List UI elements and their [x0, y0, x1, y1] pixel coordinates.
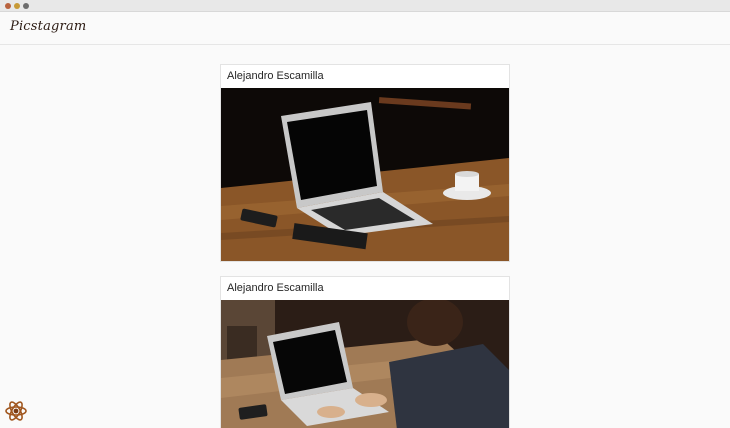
minimize-window-button[interactable] [14, 3, 20, 9]
post-image-person-typing[interactable] [221, 300, 509, 428]
window-titlebar [0, 0, 730, 12]
maximize-window-button[interactable] [23, 3, 29, 9]
app-logo[interactable]: Picstagram [10, 19, 86, 34]
post-card: Alejandro Escamilla [220, 64, 510, 262]
post-card: Alejandro Escamilla [220, 276, 510, 428]
post-author[interactable]: Alejandro Escamilla [221, 65, 509, 88]
app-header: Picstagram [0, 12, 730, 45]
close-window-button[interactable] [5, 3, 11, 9]
post-author[interactable]: Alejandro Escamilla [221, 277, 509, 300]
post-image-laptop-on-table[interactable] [221, 88, 509, 261]
photo-feed: Alejandro Escamilla Alejandro Escamilla [220, 64, 510, 428]
atom-icon[interactable] [4, 399, 28, 423]
